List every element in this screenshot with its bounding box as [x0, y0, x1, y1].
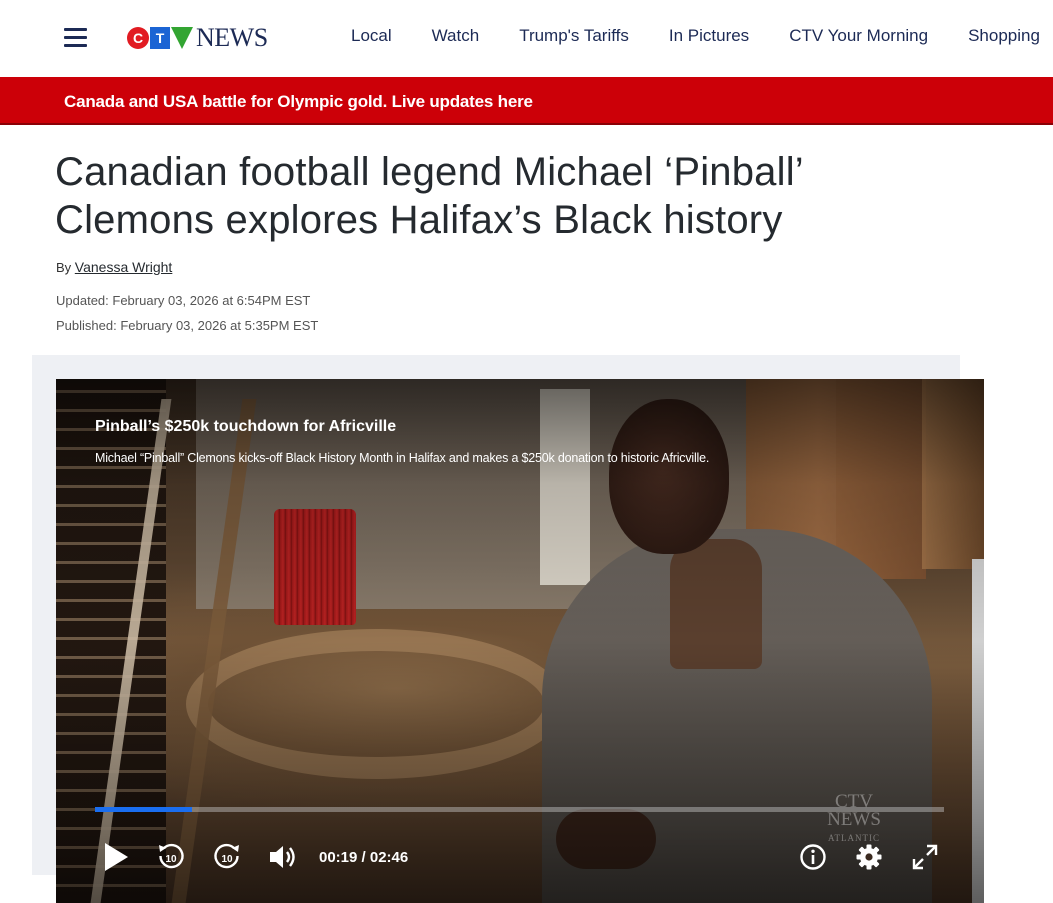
fullscreen-icon	[912, 844, 938, 870]
video-progress-fill	[95, 807, 192, 812]
gear-icon	[856, 844, 882, 870]
ctv-logo-mark: C T	[127, 27, 193, 49]
volume-button[interactable]	[266, 841, 300, 873]
forward-10-icon: 10	[214, 843, 239, 869]
settings-button[interactable]	[852, 841, 886, 873]
video-title: Pinball’s $250k touchdown for Africville	[95, 418, 397, 435]
video-description: Michael “Pinball” Clemons kicks-off Blac…	[95, 451, 710, 465]
nav-item-ctv-your-morning[interactable]: CTV Your Morning	[789, 26, 928, 46]
forward-10-button[interactable]: 10	[210, 841, 244, 873]
info-icon	[800, 844, 826, 870]
nav-item-watch[interactable]: Watch	[432, 26, 480, 46]
rewind-10-icon: 10	[159, 843, 184, 869]
published-date: Published: February 03, 2026 at 5:35PM E…	[56, 318, 319, 333]
logo-letter-c: C	[127, 27, 149, 49]
video-player[interactable]: Pinball’s $250k touchdown for Africville…	[56, 379, 984, 903]
main-nav: Local Watch Trump's Tariffs In Pictures …	[351, 26, 1053, 46]
logo-letter-v	[171, 27, 193, 49]
article-dates: Updated: February 03, 2026 at 6:54PM EST…	[56, 288, 318, 338]
logo-wordmark: NEWS	[196, 23, 268, 52]
fullscreen-button[interactable]	[908, 841, 942, 873]
breaking-news-banner: Canada and USA battle for Olympic gold. …	[0, 77, 1053, 125]
svg-text:10: 10	[165, 854, 177, 865]
watermark-wordmark: NEWS	[827, 809, 881, 830]
site-header: C T NEWS Local Watch Trump's Tariffs In …	[0, 0, 1053, 77]
article-headline: Canadian football legend Michael ‘Pinbal…	[55, 150, 803, 242]
ctv-news-logo[interactable]: C T NEWS	[127, 22, 268, 54]
byline-prefix: By	[56, 260, 72, 275]
video-time-display: 00:19 / 02:46	[319, 849, 409, 866]
hamburger-menu-icon[interactable]	[64, 28, 87, 47]
play-icon	[105, 843, 128, 871]
ctv-atlantic-watermark: CTV NEWS ATLANTIC	[814, 792, 894, 845]
rewind-10-button[interactable]: 10	[154, 841, 188, 873]
banner-link[interactable]: Canada and USA battle for Olympic gold. …	[64, 92, 533, 112]
logo-letter-t: T	[150, 27, 170, 49]
author-link[interactable]: Vanessa Wright	[75, 259, 173, 275]
updated-date: Updated: February 03, 2026 at 6:54PM EST	[56, 293, 311, 308]
nav-item-local[interactable]: Local	[351, 26, 392, 46]
nav-item-trumps-tariffs[interactable]: Trump's Tariffs	[519, 26, 629, 46]
nav-item-shopping[interactable]: Shopping	[968, 26, 1040, 46]
volume-icon	[270, 846, 295, 868]
play-button[interactable]	[100, 841, 132, 873]
video-progress-bar[interactable]	[95, 807, 944, 812]
nav-item-in-pictures[interactable]: In Pictures	[669, 26, 749, 46]
info-button[interactable]	[796, 841, 830, 873]
svg-text:10: 10	[221, 854, 233, 865]
byline: By Vanessa Wright	[56, 259, 172, 275]
